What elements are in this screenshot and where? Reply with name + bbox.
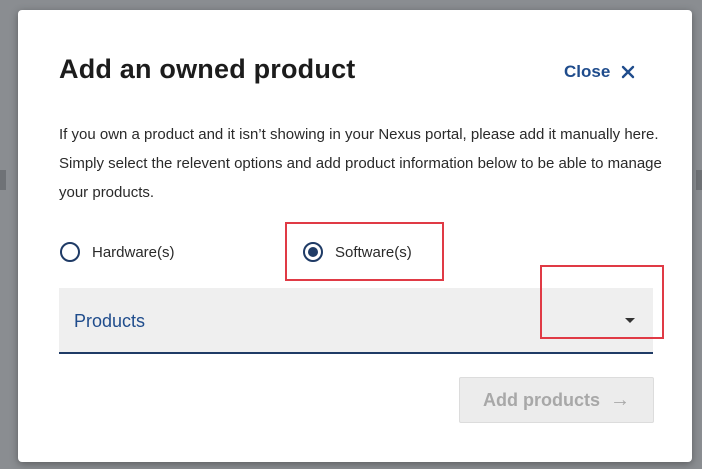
dialog-description: If you own a product and it isn’t showin… [59, 126, 662, 201]
backdrop-edge-left [0, 170, 6, 190]
backdrop-edge-right [696, 170, 702, 190]
close-button[interactable]: Close [564, 62, 636, 82]
radio-hardware-circle[interactable] [60, 242, 80, 262]
arrow-right-icon: → [610, 388, 630, 411]
close-icon [622, 65, 635, 79]
add-owned-product-dialog: Add an owned product Close If you own a … [18, 10, 692, 462]
highlight-box-dropdown [540, 265, 664, 339]
radio-software[interactable]: Software(s) [303, 242, 412, 262]
close-label: Close [564, 62, 611, 81]
radio-hardware-label: Hardware(s) [92, 243, 175, 261]
add-products-label: Add products [483, 389, 600, 410]
products-select-value: Products [74, 311, 146, 331]
add-products-button[interactable]: Add products → [459, 377, 654, 423]
dialog-title: Add an owned product [59, 54, 356, 84]
radio-software-label: Software(s) [335, 243, 412, 261]
radio-software-circle[interactable] [303, 242, 323, 262]
radio-hardware[interactable]: Hardware(s) [60, 242, 175, 262]
